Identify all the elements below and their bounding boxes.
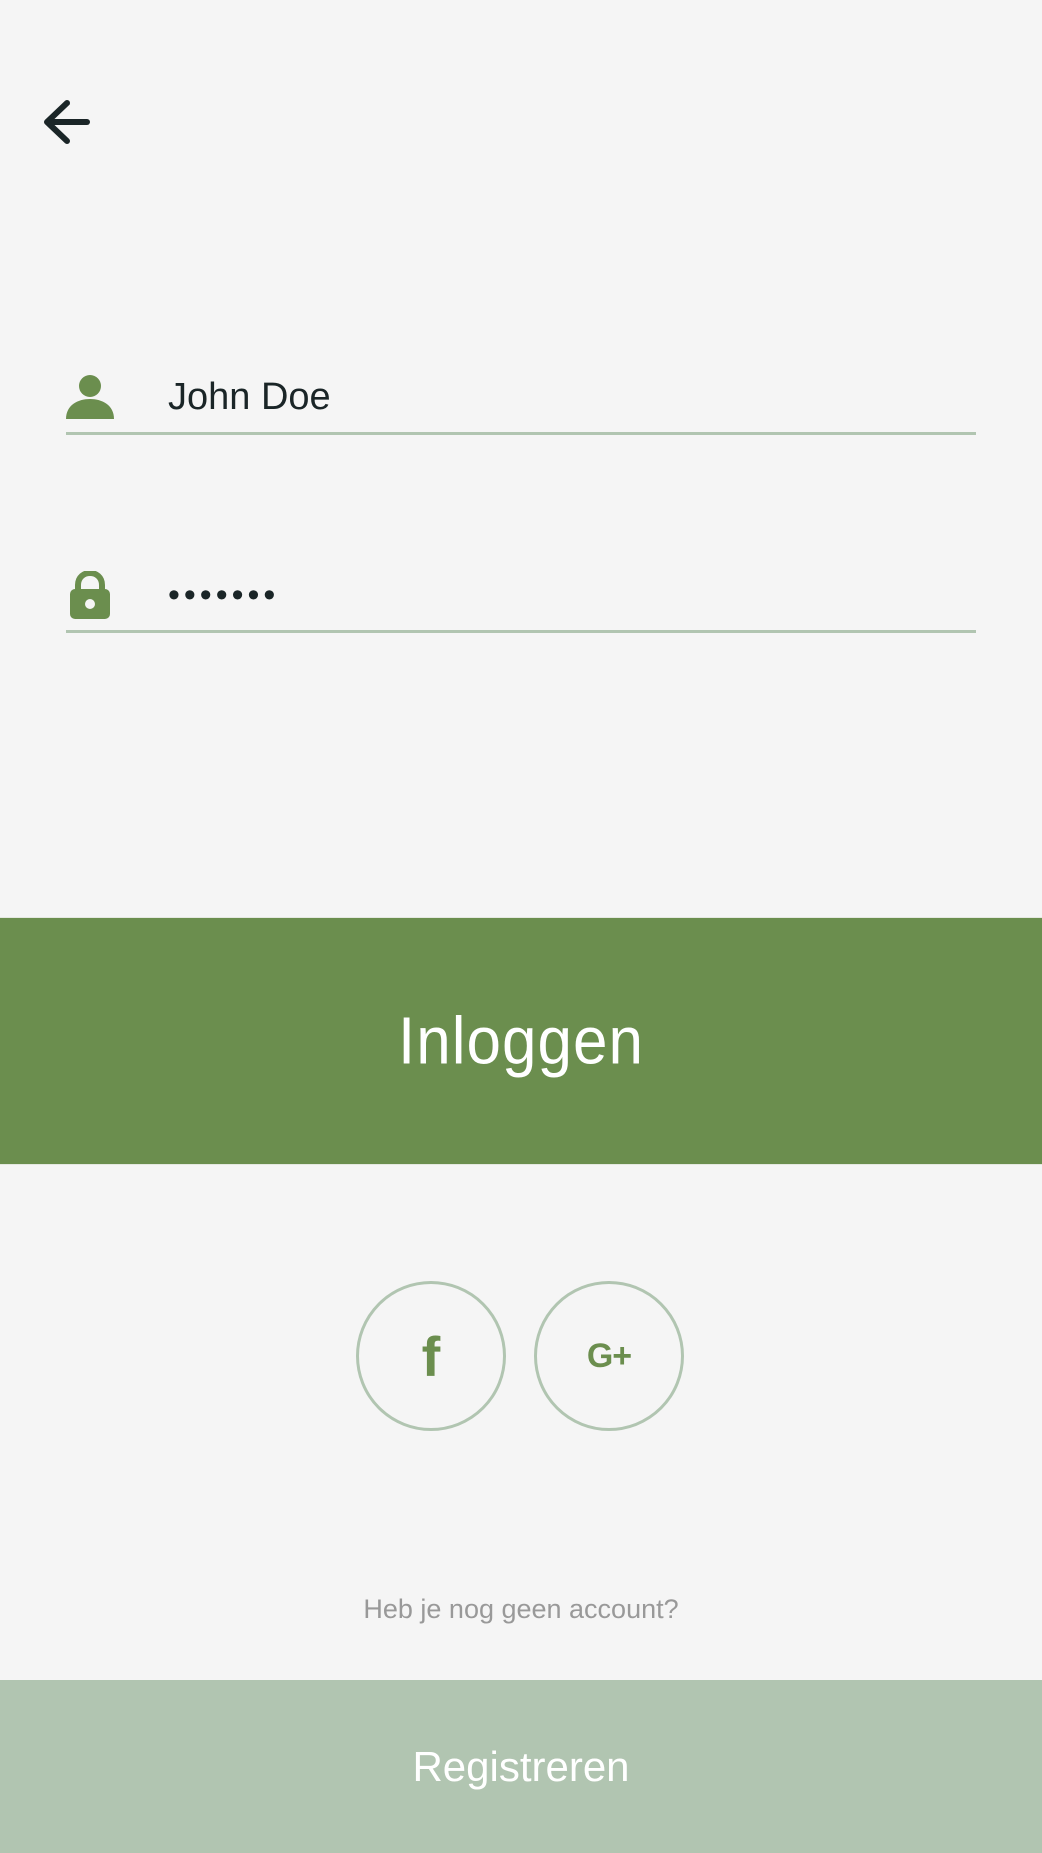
login-button[interactable]: Inloggen bbox=[0, 917, 1042, 1165]
facebook-login-button[interactable]: f bbox=[356, 1281, 506, 1431]
username-field-row bbox=[66, 362, 976, 435]
lock-icon bbox=[66, 571, 114, 619]
back-button[interactable] bbox=[36, 96, 96, 148]
register-button[interactable]: Registreren bbox=[0, 1680, 1042, 1853]
password-input[interactable] bbox=[168, 565, 976, 625]
username-input[interactable] bbox=[168, 367, 976, 427]
facebook-icon: f bbox=[421, 1324, 441, 1388]
user-icon bbox=[66, 373, 114, 421]
password-field-row bbox=[66, 560, 976, 633]
no-account-text: Heb je nog geen account? bbox=[363, 1594, 679, 1624]
google-plus-icon: G+ bbox=[586, 1336, 632, 1375]
google-plus-login-button[interactable]: G+ bbox=[534, 1281, 684, 1431]
arrow-left-icon bbox=[44, 100, 90, 144]
